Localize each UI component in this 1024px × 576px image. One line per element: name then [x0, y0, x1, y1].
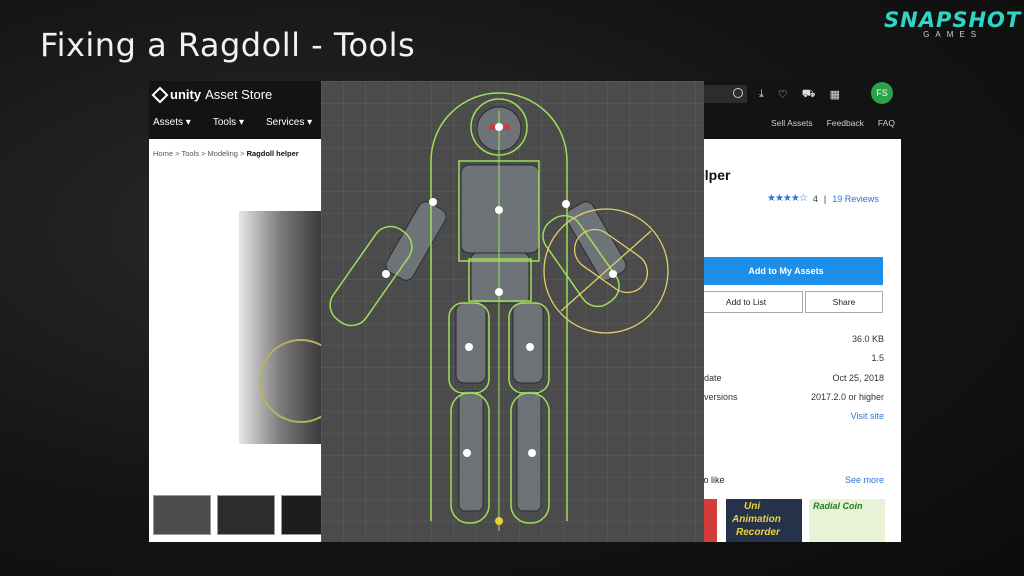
- rating: ★★★★☆ 4 | 19 Reviews: [767, 193, 879, 204]
- logo-text-asset-store: Asset Store: [205, 87, 273, 102]
- grid-icon[interactable]: ▦: [830, 88, 840, 102]
- header-icons: ⤓ ♡ ⛟ ▦: [759, 88, 840, 102]
- cart-icon[interactable]: ⛟: [802, 88, 816, 102]
- breadcrumb-current: Ragdoll helper: [246, 149, 299, 158]
- heart-icon[interactable]: ♡: [778, 88, 788, 102]
- search-icon[interactable]: [733, 88, 743, 98]
- unity-logo[interactable]: unity Asset Store: [151, 86, 273, 103]
- joint-left-elbow: [382, 270, 390, 278]
- breadcrumb-tools[interactable]: Tools: [181, 149, 199, 158]
- avatar[interactable]: FS: [871, 82, 893, 104]
- reviews-link[interactable]: 19 Reviews: [832, 194, 879, 204]
- store-subnav: Sell Assets Feedback FAQ: [771, 118, 895, 128]
- joint-right-knee: [528, 449, 536, 457]
- robot-silhouette: [385, 106, 627, 512]
- joint-hips: [495, 288, 503, 296]
- store-nav: Assets ▾ Tools ▾ Services ▾: [153, 117, 312, 128]
- share-button[interactable]: Share: [805, 291, 883, 313]
- joint-root[interactable]: [495, 517, 503, 525]
- nav-services[interactable]: Services ▾: [266, 117, 312, 128]
- joint-left-knee: [463, 449, 471, 457]
- visit-site-link[interactable]: Visit site: [851, 411, 884, 421]
- recommended-asset[interactable]: Uni Animation Recorder: [726, 499, 802, 542]
- recommended-asset[interactable]: Radial Coin: [809, 499, 885, 542]
- breadcrumb: Home > Tools > Modeling > Ragdoll helper: [153, 149, 299, 158]
- joint-left-shoulder: [429, 198, 437, 206]
- feedback-link[interactable]: Feedback: [827, 118, 864, 128]
- thumbnail[interactable]: [217, 495, 275, 535]
- ragdoll-scene-view[interactable]: [321, 81, 704, 542]
- add-to-my-assets-button[interactable]: Add to My Assets: [689, 257, 883, 285]
- rating-value: 4: [812, 193, 818, 204]
- joint-chest: [495, 206, 503, 214]
- breadcrumb-modeling[interactable]: Modeling: [208, 149, 238, 158]
- faq-link[interactable]: FAQ: [878, 118, 895, 128]
- thumbnail-strip: [153, 495, 339, 535]
- download-icon[interactable]: ⤓: [759, 88, 764, 102]
- robot-eye-right: [504, 124, 510, 130]
- ragdoll-colliders: [329, 92, 669, 531]
- nav-assets[interactable]: Assets ▾: [153, 117, 191, 128]
- logo-text-unity: unity: [170, 87, 202, 102]
- breadcrumb-home[interactable]: Home: [153, 149, 173, 158]
- joint-left-knee-upper: [465, 343, 473, 351]
- joint-right-shoulder: [562, 200, 570, 208]
- sell-assets-link[interactable]: Sell Assets: [771, 118, 813, 128]
- joint-head: [495, 123, 503, 131]
- joint-right-elbow: [609, 270, 617, 278]
- brand-name: SNAPSHOT: [884, 8, 1022, 32]
- brand-logo: SNAPSHOT GAMES: [884, 8, 1021, 39]
- slide-title: Fixing a Ragdoll - Tools: [40, 26, 416, 64]
- unity-cube-icon: [151, 86, 169, 103]
- nav-tools[interactable]: Tools ▾: [213, 117, 244, 128]
- rating-stars-icon: ★★★★☆: [767, 193, 808, 204]
- thumbnail[interactable]: [153, 495, 211, 535]
- robot-eye-left: [489, 124, 495, 130]
- see-more-link[interactable]: See more: [845, 475, 884, 485]
- joint-right-knee-upper: [526, 343, 534, 351]
- asset-preview-image[interactable]: [239, 211, 343, 444]
- add-to-list-button[interactable]: Add to List: [689, 291, 803, 313]
